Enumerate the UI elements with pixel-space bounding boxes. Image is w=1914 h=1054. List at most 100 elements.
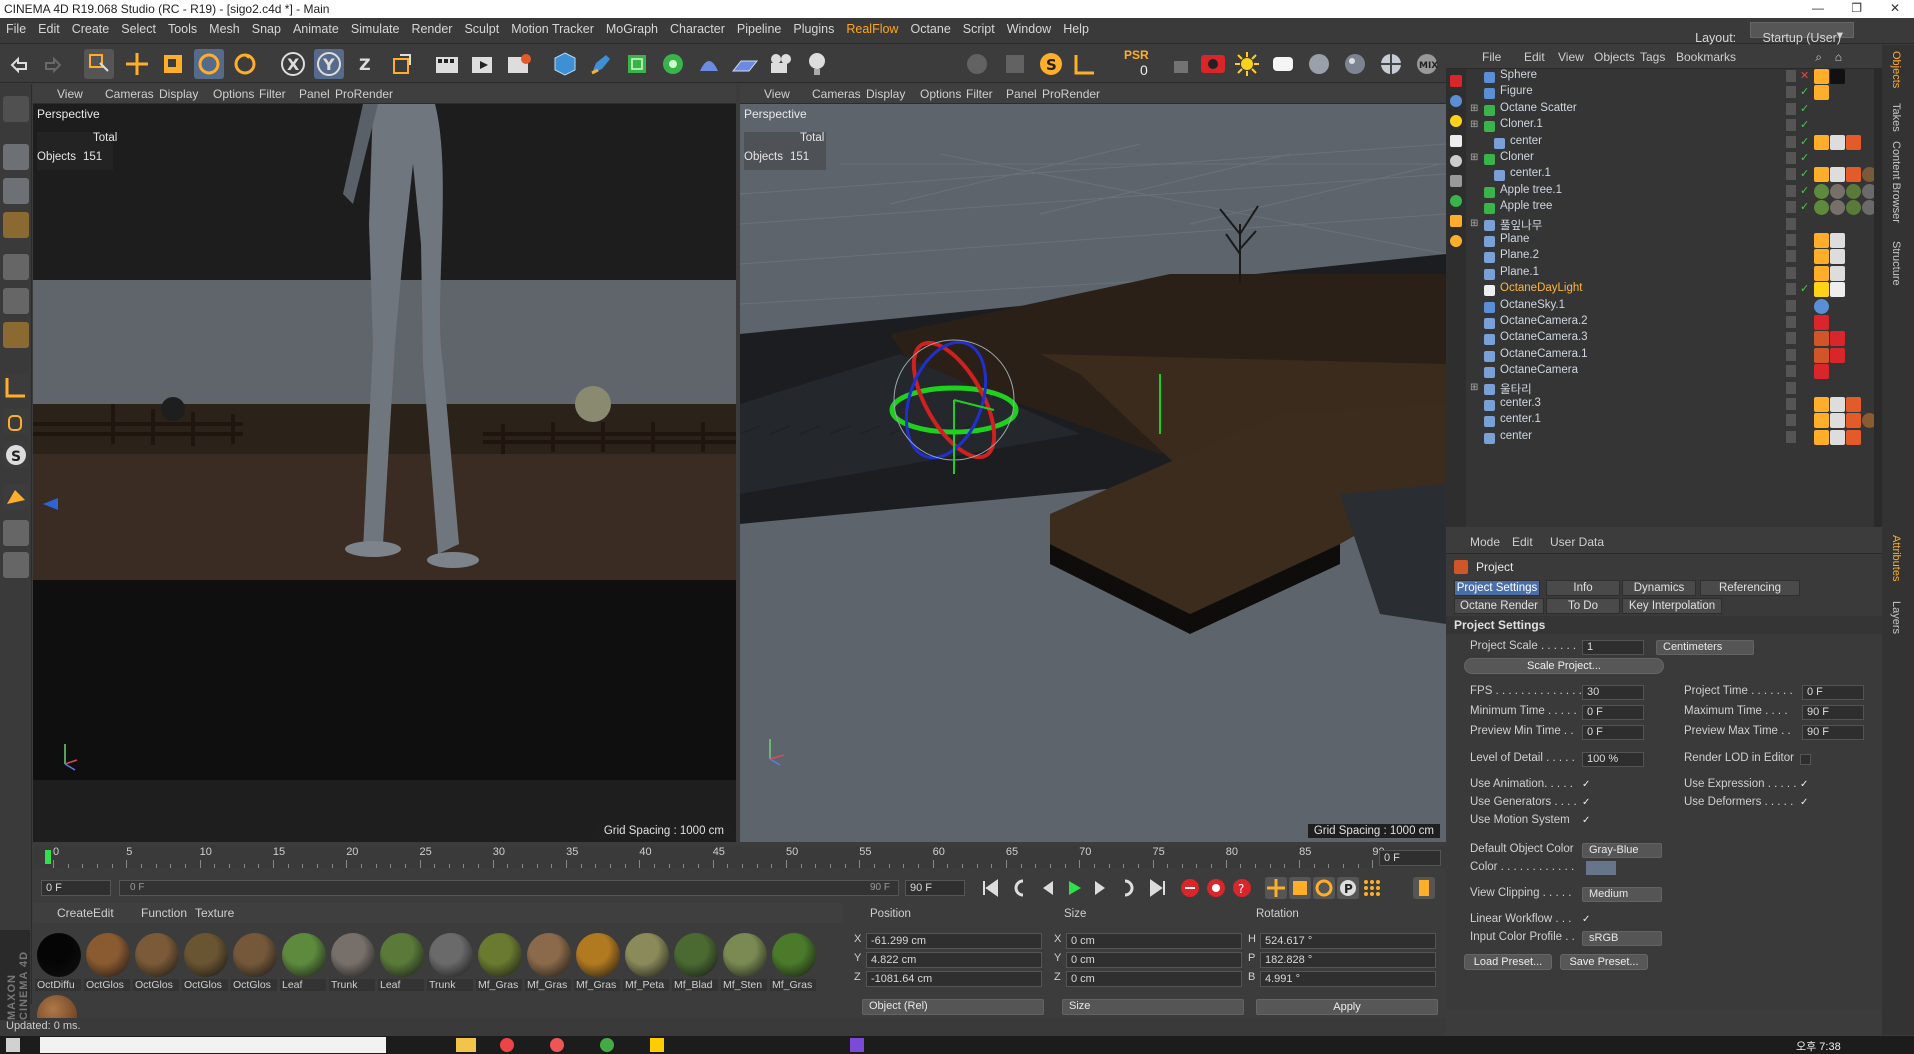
visibility-dots-icon[interactable] [1786,430,1796,443]
viewport-1[interactable]: Perspective Total Objects 151 Grid Spaci… [33,104,736,842]
grid-lock-icon[interactable] [3,520,29,546]
visibility-dots-icon[interactable] [1786,152,1796,164]
object-row[interactable]: center.3 [1466,397,1861,413]
viewport-menu-filter[interactable]: Filter [966,87,993,101]
expand-icon[interactable]: ⊞ [1470,103,1478,114]
viewport-menu-view[interactable]: View [57,87,83,101]
scale-icon[interactable] [158,49,188,79]
object-row[interactable]: OctaneCamera [1466,364,1861,380]
z-axis-icon[interactable]: Z [350,49,380,79]
object-row[interactable]: Plane.2 [1466,249,1861,265]
object-tag-icon[interactable] [1830,233,1845,248]
object-tag-icon[interactable] [1814,347,1829,363]
close-icon[interactable]: ✕ [1890,1,1900,15]
coord-rot-field[interactable]: 4.991 ° [1260,971,1436,987]
camera-icon[interactable] [766,49,796,79]
previous-frame-icon[interactable] [1037,877,1059,899]
minimize-icon[interactable]: — [1812,1,1824,15]
recent-tool-icon[interactable] [230,49,260,79]
layout-dropdown[interactable]: Startup (User) ▾ [1749,22,1854,45]
material-swatch[interactable] [282,933,326,977]
material-menu-create[interactable]: Create [57,906,93,920]
playhead[interactable] [45,850,51,864]
enabled-check-icon[interactable]: ✓ [1800,282,1809,295]
object-row[interactable]: OctaneDayLight ✓ [1466,282,1861,298]
default-object-color-dropdown[interactable]: Gray-Blue [1582,843,1662,858]
menu-octane[interactable]: Octane [904,18,956,36]
search-icon[interactable]: ⌕ [1815,50,1822,65]
go-to-start-icon[interactable] [979,877,1001,899]
enabled-check-icon[interactable]: ✓ [1800,102,1809,115]
texture-tag-small-icon[interactable] [1450,235,1462,247]
diffuse-material-icon[interactable] [1304,49,1334,79]
pen-icon[interactable] [586,49,616,79]
material-swatch[interactable] [380,933,424,977]
visibility-dots-icon[interactable] [1786,398,1796,410]
visibility-dots-icon[interactable] [1786,283,1796,296]
object-tag-icon[interactable] [1846,413,1861,429]
make-editable-icon[interactable] [3,96,29,122]
coord-rot-field[interactable]: 524.617 ° [1260,933,1436,949]
enabled-check-icon[interactable]: ✕ [1800,69,1809,82]
material-swatch[interactable] [576,933,620,977]
previous-key-icon[interactable] [1011,877,1033,899]
object-tag-icon[interactable] [1830,200,1845,216]
viewport-menu-prorender[interactable]: ProRender [335,87,393,101]
menu-help[interactable]: Help [1057,18,1095,36]
object-row[interactable]: OctaneCamera.1 [1466,347,1861,364]
browser-icon[interactable] [500,1038,514,1052]
coord-pos-field[interactable]: 4.822 cm [866,952,1042,968]
material-swatch[interactable] [86,933,130,977]
coord-size-field[interactable]: 0 cm [1066,933,1242,949]
material-menu-function[interactable]: Function [141,906,187,920]
content-browser-tab[interactable]: Content Browser [1890,141,1902,223]
key-point-level-icon[interactable] [1361,877,1383,899]
visibility-dots-icon[interactable] [1786,217,1796,230]
menu-mograph[interactable]: MoGraph [600,18,664,36]
object-tag-icon[interactable] [1814,134,1829,150]
subdivision-icon[interactable] [622,49,652,79]
project-scale-field[interactable]: 1 [1582,640,1644,655]
windows-start-icon[interactable] [6,1038,20,1052]
enabled-check-icon[interactable]: ✓ [1800,135,1809,148]
object-row[interactable]: center.1 ✓ [1466,167,1882,183]
menu-mesh[interactable]: Mesh [203,18,246,36]
coord-size-field[interactable]: 0 cm [1066,952,1242,968]
menu-realflow[interactable]: RealFlow [840,18,904,36]
y-axis-icon[interactable]: Y [314,49,344,79]
coord-pos-field[interactable]: -1081.64 cm [866,971,1042,987]
viewport-menu-options[interactable]: Options [213,87,254,101]
scale-project-button[interactable]: Scale Project... [1464,658,1664,674]
object-tag-icon[interactable] [1814,265,1829,281]
material-swatch[interactable] [37,933,81,977]
visibility-dots-icon[interactable] [1786,299,1796,312]
object-tag-icon[interactable] [1814,183,1829,199]
visibility-dots-icon[interactable] [1786,86,1796,99]
menu-plugins[interactable]: Plugins [787,18,840,36]
object-row[interactable]: center.1 [1466,413,1877,429]
takes-tab[interactable]: Takes [1890,103,1902,132]
render-lod-checkbox[interactable] [1800,754,1811,765]
menu-script[interactable]: Script [957,18,1001,36]
cloner-icon[interactable] [658,49,688,79]
object-menu-bookmarks[interactable]: Bookmarks [1676,50,1736,64]
viewport-menu-prorender[interactable]: ProRender [1042,87,1100,101]
render-view-icon[interactable] [432,49,462,79]
visibility-dots-icon[interactable] [1786,102,1796,115]
object-tag-icon[interactable] [1830,347,1845,363]
object-tag-icon[interactable] [1830,331,1845,347]
workplane-mode-icon[interactable] [3,212,29,238]
material-swatch[interactable] [233,933,277,977]
render-picture-viewer-icon[interactable] [468,49,498,79]
object-tag-icon[interactable] [1814,413,1829,429]
visibility-dots-icon[interactable] [1786,348,1796,361]
app-icon[interactable] [550,1038,564,1052]
material-swatch[interactable] [478,933,522,977]
go-to-end-icon[interactable] [1147,877,1169,899]
objects-tab[interactable]: Objects [1890,51,1902,88]
octane-live-viewer-icon[interactable] [1198,49,1228,79]
camera-small-icon[interactable] [1450,175,1462,187]
save-preset-button[interactable]: Save Preset... [1560,954,1648,970]
object-tag-icon[interactable] [1814,200,1829,216]
coordinate-mode-dropdown[interactable]: Object (Rel) [862,999,1044,1015]
